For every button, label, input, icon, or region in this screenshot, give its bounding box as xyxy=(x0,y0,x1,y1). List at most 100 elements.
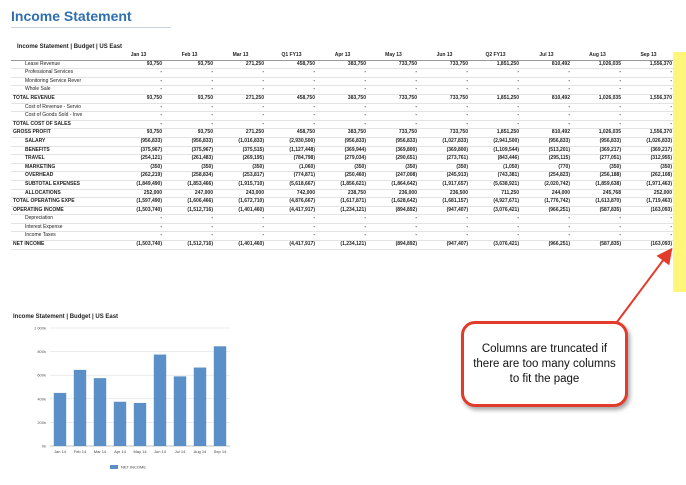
value-cell: (1,050) xyxy=(470,163,521,173)
value-cell: (1,849,490) xyxy=(113,179,164,190)
value-cell: - xyxy=(572,68,623,78)
bar xyxy=(173,376,187,446)
value-cell: - xyxy=(215,77,266,87)
value-cell: (956,833) xyxy=(317,137,368,147)
value-cell: - xyxy=(113,223,164,233)
value-cell: 93,750 xyxy=(164,60,215,70)
value-cell: - xyxy=(215,223,266,233)
value-cell: (1,971,463) xyxy=(623,179,673,190)
table-row: Income Taxes - - - - - - - - - - - xyxy=(11,231,673,242)
row-label: Cost of Goods Sold - Inve xyxy=(11,111,113,121)
table-row: Professional Services - - - - - - - - - - - xyxy=(11,68,673,78)
value-cell: (4,417,917) xyxy=(266,240,317,250)
value-cell: 245,768 xyxy=(572,189,623,199)
value-cell: - xyxy=(215,68,266,78)
row-label: ALLOCATIONS xyxy=(11,189,113,199)
value-cell: - xyxy=(572,119,623,130)
y-tick-label: 400k xyxy=(37,396,46,401)
value-cell: (956,833) xyxy=(164,137,215,147)
value-cell: 93,750 xyxy=(164,93,215,104)
value-cell: (369,800) xyxy=(368,146,419,156)
value-cell: (956,833) xyxy=(113,137,164,147)
value-cell: - xyxy=(572,103,623,113)
value-cell: 733,750 xyxy=(368,60,419,70)
report-subtitle: Income Statement | Budget | US East xyxy=(17,44,123,50)
value-cell: - xyxy=(368,68,419,78)
x-tick-label: Jan 14 xyxy=(54,449,67,454)
value-cell: (295,115) xyxy=(521,154,572,164)
x-tick-label: Jul 14 xyxy=(175,449,186,454)
value-cell: 383,750 xyxy=(317,93,368,104)
value-cell: - xyxy=(368,77,419,87)
value-cell: 252,000 xyxy=(623,189,673,199)
value-cell: - xyxy=(419,85,470,95)
row-label: TOTAL OPERATING EXPE xyxy=(11,197,113,207)
value-cell: - xyxy=(368,103,419,113)
value-cell: 271,250 xyxy=(215,93,266,104)
row-label: SUBTOTAL EXPENSES xyxy=(11,179,113,190)
value-cell: (350) xyxy=(164,163,215,173)
value-cell: - xyxy=(317,119,368,130)
value-cell: (770) xyxy=(521,163,572,173)
value-cell: (254,121) xyxy=(113,154,164,164)
value-cell: (956,833) xyxy=(368,137,419,147)
value-cell: (4,417,917) xyxy=(266,205,317,216)
value-cell: (375,967) xyxy=(164,146,215,156)
value-cell: 1,026,035 xyxy=(572,128,623,138)
value-cell: - xyxy=(164,214,215,224)
value-cell: (350) xyxy=(317,163,368,173)
row-label: Cost of Revenue - Servio xyxy=(11,103,113,113)
value-cell: (262,219) xyxy=(113,171,164,181)
value-cell: - xyxy=(164,231,215,242)
value-cell: - xyxy=(164,103,215,113)
bar xyxy=(153,354,167,446)
legend-label: NET INCOME xyxy=(121,465,146,470)
value-cell: 1,851,250 xyxy=(470,60,521,70)
value-cell: (375,967) xyxy=(113,146,164,156)
value-cell: 244,000 xyxy=(521,189,572,199)
y-tick-label: 800k xyxy=(37,349,46,354)
value-cell: (350) xyxy=(623,163,673,173)
value-cell: - xyxy=(572,223,623,233)
value-cell: (312,955) xyxy=(623,154,673,164)
x-tick-label: May 14 xyxy=(133,449,147,454)
value-cell: - xyxy=(164,223,215,233)
column-header: Jul 13 xyxy=(521,52,572,61)
value-cell: - xyxy=(470,68,521,78)
table-row: MARKETING (350) (350) (350) (1,060) (350) (350… xyxy=(11,163,673,173)
value-cell: - xyxy=(521,68,572,78)
value-cell: (369,800) xyxy=(419,146,470,156)
value-cell: - xyxy=(317,85,368,95)
bar xyxy=(193,367,207,446)
value-cell: (254,823) xyxy=(521,171,572,181)
value-cell: (5,638,921) xyxy=(470,179,521,190)
row-label: Income Taxes xyxy=(11,231,113,242)
value-cell: - xyxy=(470,103,521,113)
value-cell: 238,750 xyxy=(317,189,368,199)
value-cell: (262,108) xyxy=(623,171,673,181)
value-cell: (1,234,121) xyxy=(317,240,368,250)
legend-swatch xyxy=(110,465,118,469)
value-cell: - xyxy=(266,77,317,87)
value-cell: 252,000 xyxy=(113,189,164,199)
value-cell: (4,876,667) xyxy=(266,197,317,207)
value-cell: - xyxy=(113,68,164,78)
table-row: GROSS PROFIT 93,750 93,750 271,250 458,750 38… xyxy=(11,128,673,138)
value-cell: (369,217) xyxy=(572,146,623,156)
value-cell: (269,195) xyxy=(215,154,266,164)
header-label-cell xyxy=(11,52,113,61)
value-cell: - xyxy=(419,103,470,113)
table-row: SALARY (956,833) (956,833) (1,016,833) (2,93… xyxy=(11,137,673,147)
table-row: SUBTOTAL EXPENSES (1,849,490) (1,853,466)(… xyxy=(11,179,673,190)
value-cell: - xyxy=(317,223,368,233)
column-header: Jun 13 xyxy=(419,52,470,61)
value-cell: (966,251) xyxy=(521,240,572,250)
value-cell: (1,915,710) xyxy=(215,179,266,190)
x-tick-label: Jun 14 xyxy=(154,449,167,454)
value-cell: 733,750 xyxy=(419,93,470,104)
value-cell: - xyxy=(164,119,215,130)
truncation-highlight xyxy=(673,52,686,292)
row-label: Professional Services xyxy=(11,68,113,78)
bar xyxy=(93,378,107,446)
row-label: GROSS PROFIT xyxy=(11,128,113,138)
